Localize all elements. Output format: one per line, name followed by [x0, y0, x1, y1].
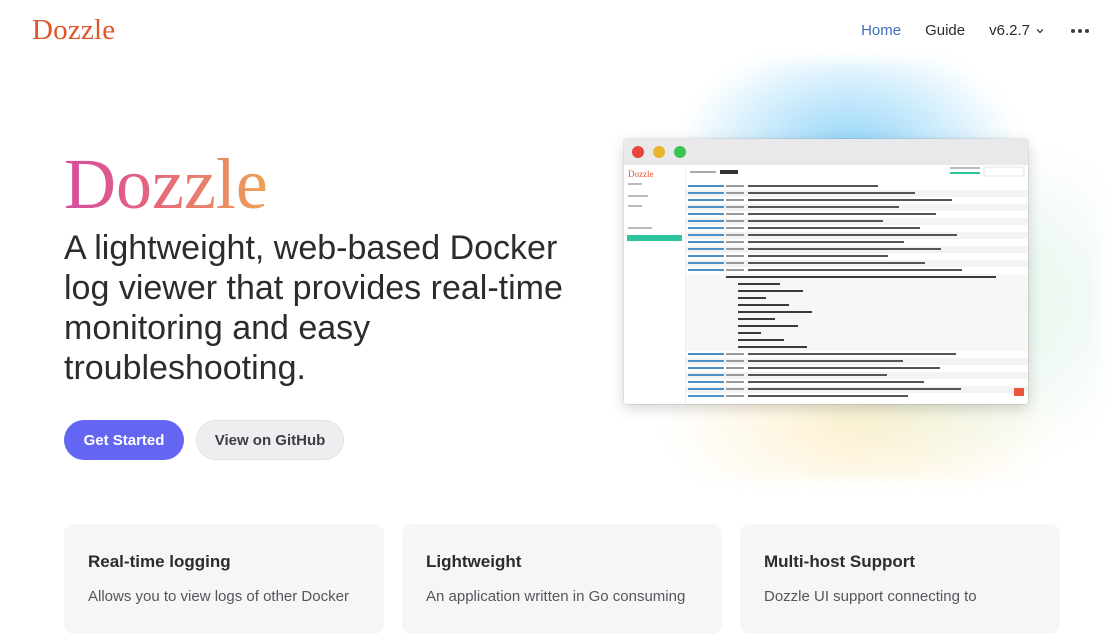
- feature-card-lightweight: Lightweight An application written in Go…: [402, 524, 722, 634]
- preview-log-header: [686, 165, 1028, 181]
- preview-sidebar-line: [628, 183, 642, 185]
- preview-log-line: [686, 288, 1028, 295]
- preview-log-line: [686, 295, 1028, 302]
- window-minimize-dot: [653, 146, 665, 158]
- preview-selected-container: [627, 235, 682, 241]
- preview-logo: Dozzle: [628, 169, 654, 179]
- preview-log-line: [686, 316, 1028, 323]
- more-icon[interactable]: [1071, 28, 1089, 34]
- feature-description: An application written in Go consuming: [426, 588, 686, 605]
- preview-log-lines: [686, 181, 1028, 404]
- hero-tagline: A lightweight, web-based Docker log view…: [64, 229, 563, 387]
- preview-window-titlebar: [624, 139, 1028, 165]
- preview-log-line: [686, 197, 1028, 204]
- feature-description: Dozzle UI support connecting to: [764, 588, 977, 605]
- version-label: v6.2.7: [989, 22, 1030, 39]
- preview-sidebar-line: [628, 195, 648, 197]
- nav-link-home[interactable]: Home: [861, 22, 901, 39]
- preview-log-line: [686, 260, 1028, 267]
- preview-log-line: [686, 337, 1028, 344]
- app-preview-screenshot: Dozzle: [624, 139, 1028, 404]
- preview-stop-icon: [1014, 388, 1024, 396]
- preview-sidebar-line: [628, 227, 652, 229]
- preview-log-line: [686, 211, 1028, 218]
- window-close-dot: [632, 146, 644, 158]
- preview-header-graphic: [690, 166, 1025, 177]
- preview-log-line: [686, 302, 1028, 309]
- version-dropdown[interactable]: v6.2.7: [989, 22, 1045, 39]
- nav-link-guide[interactable]: Guide: [925, 22, 965, 39]
- preview-log-line: [686, 274, 1028, 281]
- preview-log-line: [686, 281, 1028, 288]
- view-on-github-button[interactable]: View on GitHub: [196, 420, 344, 460]
- preview-log-line: [686, 351, 1028, 358]
- site-logo[interactable]: Dozzle: [32, 14, 115, 47]
- preview-log-line: [686, 379, 1028, 386]
- preview-log-line: [686, 358, 1028, 365]
- preview-log-line: [686, 183, 1028, 190]
- preview-log-line: [686, 323, 1028, 330]
- preview-log-line: [686, 232, 1028, 239]
- preview-log-line: [686, 267, 1028, 274]
- nav-links: Home Guide v6.2.7: [837, 22, 1089, 39]
- preview-log-line: [686, 246, 1028, 253]
- top-nav: Dozzle Home Guide v6.2.7: [0, 0, 1109, 64]
- preview-log-line: [686, 225, 1028, 232]
- hero-title: Dozzle: [64, 144, 268, 224]
- get-started-button[interactable]: Get Started: [64, 420, 184, 460]
- window-maximize-dot: [674, 146, 686, 158]
- feature-card-multihost: Multi-host Support Dozzle UI support con…: [740, 524, 1060, 634]
- preview-log-line: [686, 239, 1028, 246]
- preview-log-line: [686, 218, 1028, 225]
- preview-sidebar: Dozzle: [624, 165, 686, 404]
- feature-title: Multi-host Support: [764, 552, 916, 571]
- preview-sidebar-line: [628, 205, 642, 207]
- preview-log-line: [686, 372, 1028, 379]
- preview-log-panel: [686, 165, 1028, 404]
- feature-description: Allows you to view logs of other Docker: [88, 588, 349, 605]
- preview-log-line: [686, 253, 1028, 260]
- feature-title: Lightweight: [426, 552, 522, 571]
- feature-card-realtime: Real-time logging Allows you to view log…: [64, 524, 384, 634]
- preview-log-line: [686, 204, 1028, 211]
- feature-title: Real-time logging: [88, 552, 231, 571]
- preview-log-line: [686, 190, 1028, 197]
- preview-log-line: [686, 393, 1028, 400]
- preview-log-line: [686, 344, 1028, 351]
- preview-log-line: [686, 365, 1028, 372]
- preview-log-line: [686, 309, 1028, 316]
- preview-log-line: [686, 330, 1028, 337]
- chevron-down-icon: [1036, 28, 1044, 33]
- preview-log-line: [686, 386, 1028, 393]
